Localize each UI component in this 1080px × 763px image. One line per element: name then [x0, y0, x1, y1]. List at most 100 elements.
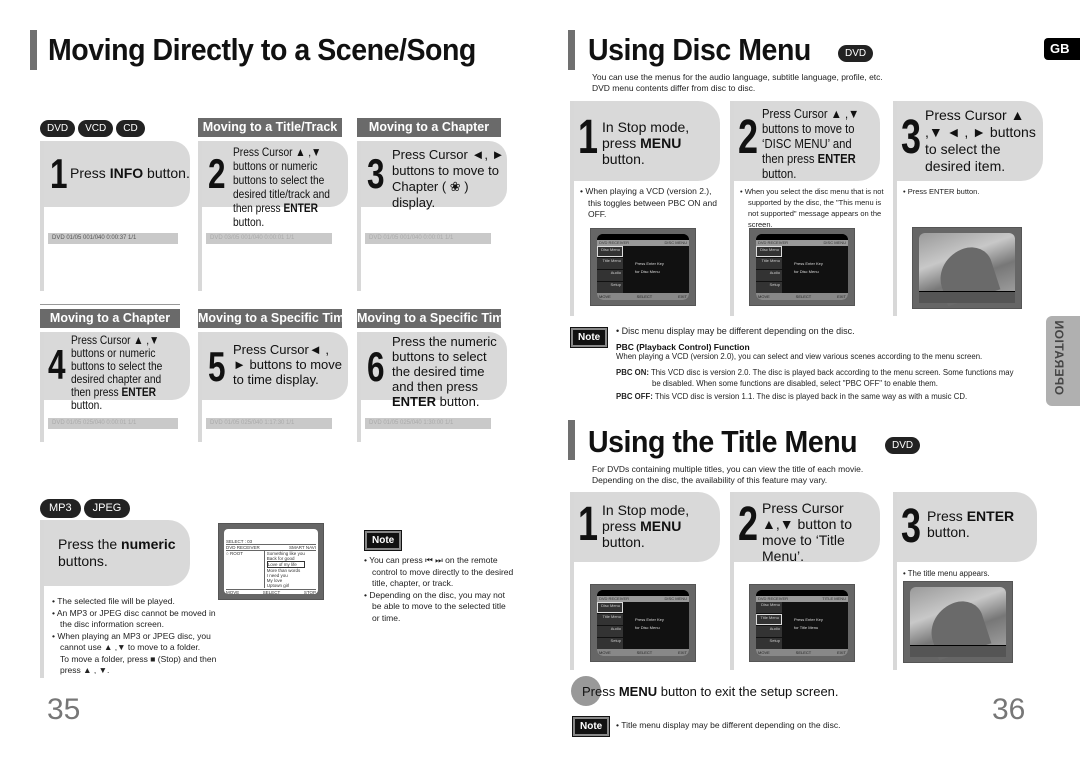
- menu-item[interactable]: Audio: [597, 626, 623, 637]
- step-number: 2: [738, 498, 759, 551]
- bullet-item: • An MP3 or JPEG disc cannot be moved in…: [52, 607, 216, 630]
- tv-screen: DVD RECEIVER DISC MENU Disc Menu Title Men…: [756, 234, 848, 300]
- menu-item[interactable]: Disc Menu: [597, 246, 623, 257]
- menu-item[interactable]: Audio: [597, 270, 623, 281]
- step-number: 3: [901, 111, 922, 164]
- step-number: 2: [738, 111, 759, 164]
- note-text: • Title menu display may be different de…: [616, 720, 841, 730]
- step-text-end: buttons.: [58, 553, 108, 569]
- step-text-end: button.: [71, 398, 103, 412]
- tv-screen: DVD RECEIVER DISC MENU Disc Menu Title Men…: [597, 234, 689, 300]
- info-bar: DVD 01/05 025/040 0:00:01 1/1: [48, 418, 178, 429]
- note-label: Note: [363, 530, 403, 551]
- menu-item[interactable]: Setup: [756, 282, 782, 293]
- tv-screen: DVD RECEIVER TITLE MENU Disc Menu Title Me…: [756, 590, 848, 656]
- menu-item[interactable]: Title Menu: [597, 614, 623, 625]
- step-bullet: • When you select the disc menu that is …: [740, 187, 884, 229]
- language-tab[interactable]: GB: [1044, 38, 1080, 60]
- pbc-off-text: This VCD disc is version 1.1. The disc i…: [654, 392, 968, 401]
- title-step-1-box: 1 In Stop mode, press MENU button.: [574, 492, 720, 562]
- title-accent-bar: [30, 30, 37, 70]
- title-menu-intro: For DVDs containing multiple titles, you…: [592, 464, 863, 486]
- step-bullet: • When playing a VCD (version 2.), this …: [580, 186, 717, 219]
- screen-footer: MOVE SELECT EXIT: [756, 649, 848, 656]
- step-text-bold: ENTER: [121, 385, 157, 399]
- menu-item[interactable]: Setup: [756, 638, 782, 649]
- step-1-panel: 1 Press INFO button. DVD 01/05 001/040 0…: [40, 141, 190, 291]
- menu-item[interactable]: Disc Menu: [756, 602, 782, 613]
- screen-title-right: SMART NAVI: [288, 545, 316, 550]
- menu-list: Disc Menu Title Menu Audio Setup: [597, 246, 623, 294]
- step-6-box: 6 Press the numeric buttons to select th…: [361, 332, 507, 409]
- screen-message: Press Enter Key for Title Menu: [794, 617, 823, 630]
- step-text-end: button.: [602, 534, 645, 550]
- title-step-2-box: 2 Press Cursor ▲,▼ button to move to ‘Ti…: [734, 492, 880, 564]
- intro-line: You can use the menus for the audio lang…: [592, 72, 883, 82]
- step-number: 6: [367, 343, 385, 390]
- footer-select: SELECT: [262, 590, 281, 595]
- step-bullet: • Press ENTER button.: [903, 187, 980, 196]
- note-item: • You can press ⏮ ⏭ on the remote contro…: [364, 555, 514, 588]
- dolphin-photo-screen: [903, 581, 1013, 663]
- section-tab[interactable]: OPERATION: [1046, 316, 1080, 406]
- step-text: Press the: [58, 536, 122, 552]
- menu-item[interactable]: Disc Menu: [756, 246, 782, 257]
- disc-menu-screen-2: DVD RECEIVER DISC MENU Disc Menu Title Men…: [749, 228, 855, 306]
- step-number: 3: [367, 150, 385, 197]
- note-disc-menu: Note: [569, 327, 609, 348]
- step-4-box: 4 Press Cursor ▲ ,▼ buttons or numeric b…: [44, 332, 190, 412]
- section-tab-label: OPERATION: [1052, 320, 1066, 395]
- disc-badges: DVD VCD CD: [40, 118, 148, 137]
- step-text-end: button.: [602, 151, 645, 167]
- badge-dvd: DVD: [40, 120, 76, 137]
- menu-item[interactable]: Title Menu: [756, 258, 782, 269]
- title-accent-bar: [568, 30, 575, 70]
- disc-menu-screen-1: DVD RECEIVER DISC MENU Disc Menu Title Men…: [590, 228, 696, 306]
- pbc-on-text: This VCD disc is version 2.0. The disc i…: [650, 368, 1014, 388]
- screen-title: DVD RECEIVER: [226, 545, 260, 550]
- menu-item[interactable]: Audio: [756, 626, 782, 637]
- title-accent-bar: [568, 420, 575, 460]
- pbc-description: When playing a VCD (version 2.0), you ca…: [616, 352, 983, 361]
- tv-screen: DVD RECEIVER DISC MENU Disc Menu Title Men…: [597, 590, 689, 656]
- badge-dvd: DVD: [885, 437, 921, 454]
- menu-item[interactable]: Audio: [756, 270, 782, 281]
- note-left: Note: [363, 530, 403, 551]
- info-bar: DVD 01/05 025/040 1:30:00 1/1: [365, 418, 491, 429]
- intro-line: DVD menu contents differ from disc to di…: [592, 83, 756, 93]
- divider: [40, 304, 180, 305]
- root-folder: ○ ROOT: [226, 551, 243, 556]
- menu-item[interactable]: Setup: [597, 638, 623, 649]
- note-label: Note: [571, 716, 611, 737]
- step-text: Press: [927, 508, 967, 524]
- step-4-panel: 4 Press Cursor ▲ ,▼ buttons or numeric b…: [40, 332, 190, 442]
- screen-message: Press Enter Key for Disc Menu: [635, 617, 664, 630]
- file-item-selected[interactable]: Love of my life: [266, 561, 305, 568]
- section-header-title-track: Moving to a Title/Track: [198, 118, 342, 137]
- step-text-bold: ENTER: [392, 394, 437, 409]
- step-number: 3: [901, 500, 922, 553]
- bullet-item: To move a folder, press ■ (Stop) and the…: [60, 653, 217, 676]
- intro-line: Depending on the disc, the availability …: [592, 475, 828, 485]
- mp3-badges: MP3 JPEG: [40, 498, 133, 518]
- section-header-time-2: Moving to a Specific Time: [357, 309, 510, 328]
- step-text-end: button.: [436, 394, 480, 409]
- mp3-screen: SELECT : 03 DVD RECEIVER SMART NAVI ○ ROO…: [218, 523, 324, 600]
- section-header-chapter: Moving to a Chapter: [357, 118, 501, 137]
- menu-item[interactable]: Title Menu: [756, 614, 782, 625]
- step-text-end: button.: [143, 165, 190, 181]
- step-text-bold: MENU: [640, 518, 682, 534]
- step-text: Press Cursor ▲,▼ button to move to ‘Titl…: [762, 500, 852, 564]
- note-item: • Depending on the disc, you may not be …: [364, 589, 506, 623]
- menu-item[interactable]: Disc Menu: [597, 602, 623, 613]
- menu-item[interactable]: Title Menu: [597, 258, 623, 269]
- file-item[interactable]: Uptown girl: [267, 583, 305, 588]
- step-text-bold: ENTER: [966, 508, 1015, 524]
- menu-item[interactable]: Setup: [597, 282, 623, 293]
- step-6-panel: 6 Press the numeric buttons to select th…: [357, 332, 507, 442]
- step-bullet: • The title menu appears.: [903, 569, 990, 578]
- step-2-box: 2 Press Cursor ▲ ,▼ buttons or numeric b…: [202, 141, 348, 229]
- step-number: 5: [208, 343, 226, 390]
- step-text: Press the numeric buttons to select the …: [392, 334, 497, 394]
- step-text: Press Cursor ▲ ,▼ ◄ , ► buttons to selec…: [925, 107, 1036, 174]
